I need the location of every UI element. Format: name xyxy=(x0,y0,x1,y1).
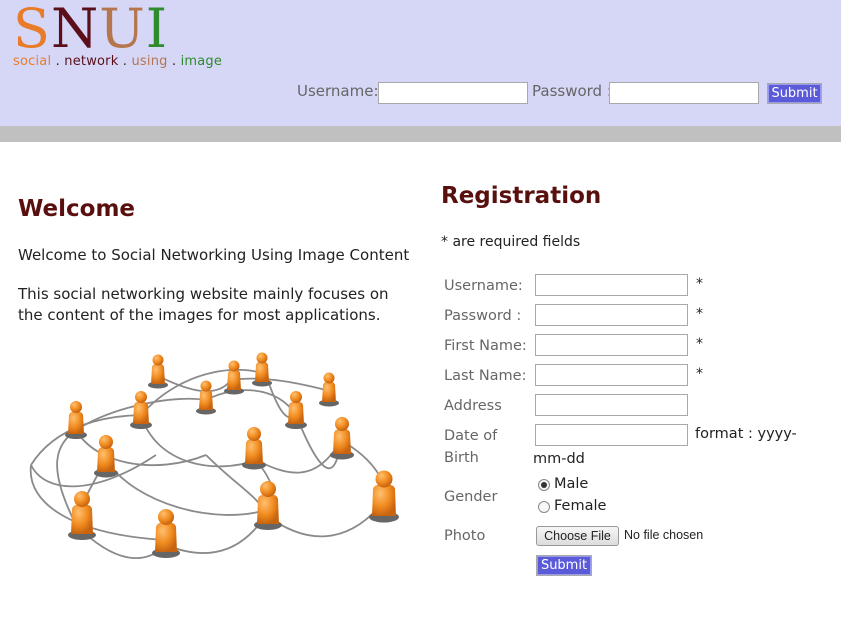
username-input[interactable] xyxy=(535,274,688,296)
logo-letter: U xyxy=(99,0,146,60)
required-note: * are required fields xyxy=(441,234,581,250)
tagline-separator: . xyxy=(167,54,181,69)
dob-format-hint: format : yyyy- xyxy=(695,426,797,442)
welcome-body: This social networking website mainly fo… xyxy=(18,285,389,324)
logo-wordmark: SNUI xyxy=(13,2,222,56)
required-marker: * xyxy=(696,336,703,352)
registration-heading: Registration xyxy=(441,183,602,209)
tagline-word: using xyxy=(131,54,168,69)
gender-female-radio[interactable] xyxy=(538,501,550,513)
login-username-input[interactable] xyxy=(378,82,528,104)
dob-label-line2: Birth xyxy=(444,450,479,466)
person-figures xyxy=(65,352,399,558)
tagline-separator: . xyxy=(118,54,132,69)
required-marker: * xyxy=(696,366,703,382)
gender-female-label[interactable]: Female xyxy=(554,498,606,514)
tagline-word: image xyxy=(180,54,223,69)
required-marker: * xyxy=(696,306,703,322)
social-network-illustration xyxy=(29,352,399,559)
dob-input[interactable] xyxy=(535,424,688,446)
login-password-label: Password : xyxy=(532,82,612,100)
header: SNUI social . network . using . image Us… xyxy=(0,0,841,126)
photo-label: Photo xyxy=(444,528,486,544)
last-name-label: Last Name: xyxy=(444,368,527,384)
choose-file-button[interactable]: Choose File xyxy=(536,526,619,546)
last-name-input[interactable] xyxy=(535,364,688,386)
welcome-heading: Welcome xyxy=(18,196,136,222)
logo-tagline: social . network . using . image xyxy=(13,54,222,69)
login-username-label: Username: xyxy=(297,82,379,100)
header-divider xyxy=(0,126,841,142)
tagline-word: social xyxy=(13,54,52,69)
dob-format-hint-cont: mm-dd xyxy=(533,451,585,467)
login-submit-button[interactable]: Submit xyxy=(767,83,822,104)
tagline-word: network xyxy=(64,54,119,69)
first-name-input[interactable] xyxy=(535,334,688,356)
gender-male-radio[interactable] xyxy=(538,479,550,491)
logo-letter: I xyxy=(145,0,169,60)
login-password-input[interactable] xyxy=(609,82,759,104)
logo-letter: S xyxy=(13,0,51,60)
password-label: Password : xyxy=(444,308,522,324)
logo-letter: N xyxy=(51,0,100,60)
register-submit-button[interactable]: Submit xyxy=(536,555,592,576)
gender-male-label[interactable]: Male xyxy=(554,476,588,492)
tagline-separator: . xyxy=(51,54,65,69)
address-input[interactable] xyxy=(535,394,688,416)
address-label: Address xyxy=(444,398,502,414)
file-status: No file chosen xyxy=(624,528,704,542)
username-label: Username: xyxy=(444,278,523,294)
password-input[interactable] xyxy=(535,304,688,326)
first-name-label: First Name: xyxy=(444,338,527,354)
welcome-intro: Welcome to Social Networking Using Image… xyxy=(18,246,410,264)
gender-label: Gender xyxy=(444,489,498,505)
dob-label-line1: Date of xyxy=(444,428,498,444)
required-marker: * xyxy=(696,276,703,292)
site-logo[interactable]: SNUI social . network . using . image xyxy=(13,2,222,70)
